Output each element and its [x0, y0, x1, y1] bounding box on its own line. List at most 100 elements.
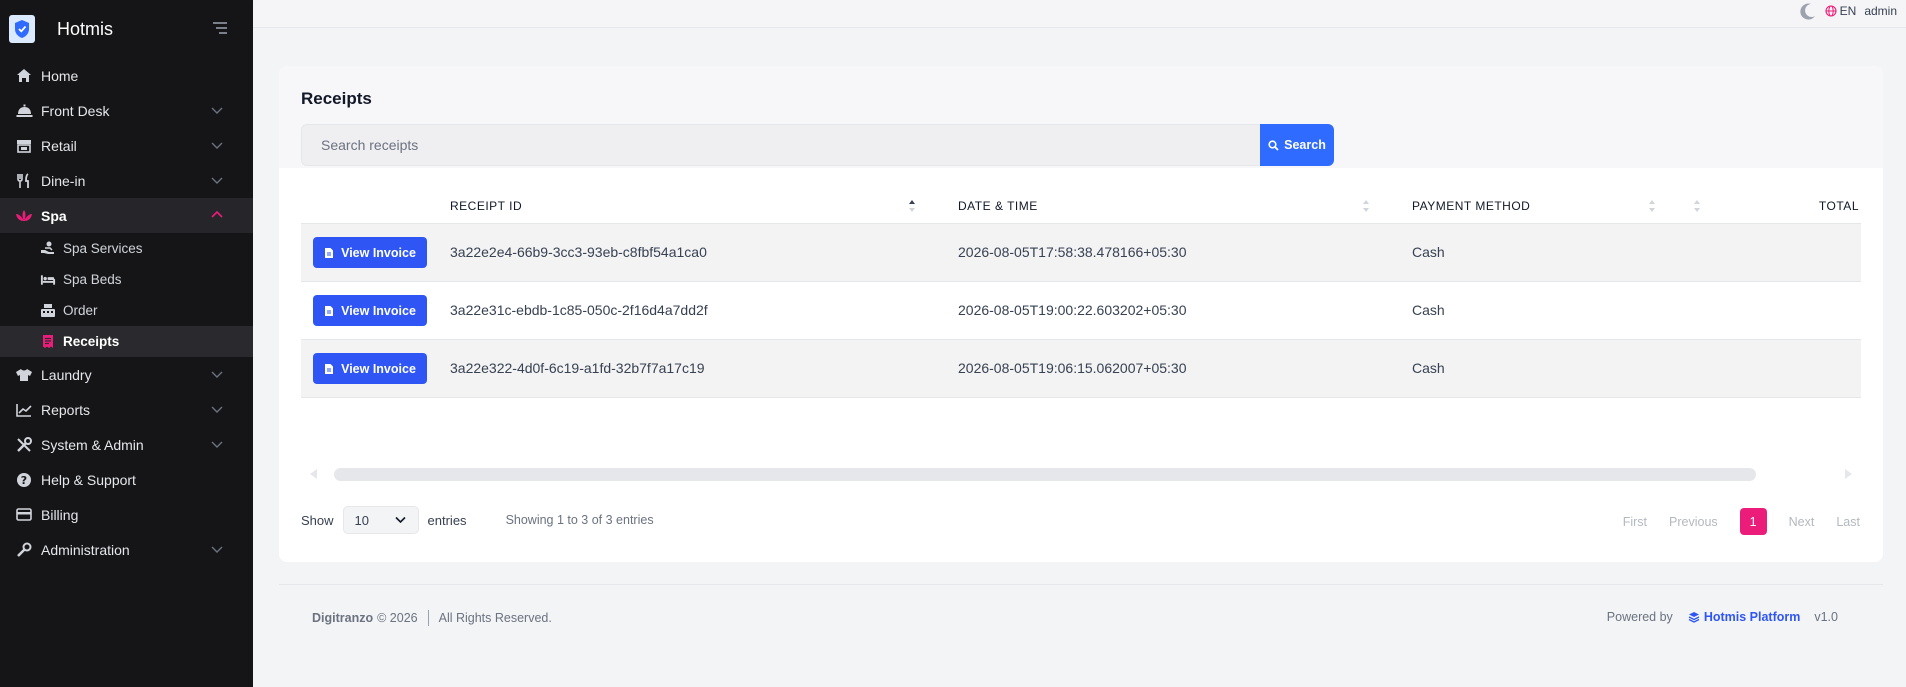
search-bar: Search: [301, 124, 1334, 166]
file-icon: [325, 363, 334, 374]
sidebar-item-dine-in[interactable]: Dine-in: [0, 163, 253, 198]
brand[interactable]: Hotmis: [0, 0, 253, 58]
view-invoice-button[interactable]: View Invoice: [313, 237, 427, 268]
topbar-right: EN admin: [1799, 0, 1897, 22]
sidebar-item-reports[interactable]: Reports: [0, 392, 253, 427]
search-button[interactable]: Search: [1260, 124, 1334, 166]
sidebar-item-help-support[interactable]: ? Help & Support: [0, 462, 253, 497]
sidebar-item-front-desk[interactable]: Front Desk: [0, 93, 253, 128]
sort-icon[interactable]: [1648, 199, 1656, 213]
entries-select-value: 10: [354, 512, 369, 528]
sidebar-item-system-admin[interactable]: System & Admin: [0, 427, 253, 462]
sort-icon[interactable]: [1362, 199, 1370, 213]
cell-date-time: 2026-08-05T17:58:38.478166+05:30: [958, 244, 1187, 260]
menu-toggle-icon[interactable]: [212, 21, 228, 35]
pager-page-current[interactable]: 1: [1739, 508, 1767, 535]
table-length: Show 10 entries Showing 1 to 3 of 3 entr…: [301, 506, 654, 534]
footer-left: Digitranzo © 2026 All Rights Reserved.: [312, 610, 552, 626]
sidebar-item-home[interactable]: Home: [0, 58, 253, 93]
footer-platform: Hotmis Platform: [1703, 610, 1801, 624]
view-invoice-button[interactable]: View Invoice: [313, 295, 427, 326]
pager-last[interactable]: Last: [1836, 515, 1860, 529]
scrollbar-thumb[interactable]: [334, 468, 1756, 481]
language-switcher[interactable]: EN: [1825, 4, 1856, 18]
cell-date-time: 2026-08-05T19:06:15.062007+05:30: [958, 360, 1187, 376]
topbar: EN admin: [253, 0, 1906, 28]
sort-icon[interactable]: [1693, 199, 1701, 213]
chevron-down-icon: [211, 441, 223, 448]
chevron-up-icon: [211, 210, 223, 218]
table-info: Showing 1 to 3 of 3 entries: [505, 513, 654, 527]
bell-icon: [15, 102, 33, 120]
sidebar-subitem-spa-services[interactable]: Spa Services: [0, 233, 253, 264]
entries-select[interactable]: 10: [342, 506, 419, 534]
horizontal-scrollbar[interactable]: [301, 466, 1861, 482]
search-input[interactable]: [301, 124, 1260, 166]
sidebar-item-billing[interactable]: Billing: [0, 497, 253, 532]
pagination: First Previous 1 Next Last: [1601, 508, 1860, 535]
footer-company[interactable]: Digitranzo: [312, 611, 373, 625]
receipts-table: RECEIPT ID DATE & TIME PAYMENT METHOD TO…: [301, 191, 1861, 398]
help-icon: ?: [15, 471, 33, 489]
sidebar-item-retail[interactable]: Retail: [0, 128, 253, 163]
sidebar-nav-bottom: Laundry Reports System & Admin ? Help & …: [0, 357, 253, 567]
receipt-icon: [40, 334, 56, 350]
shirt-icon: [15, 366, 33, 384]
page-footer: Digitranzo © 2026 All Rights Reserved. P…: [279, 584, 1883, 644]
chevron-down-icon: [211, 107, 223, 114]
register-icon: [40, 303, 56, 319]
bed-icon: [40, 272, 56, 288]
scroll-right-icon[interactable]: [1844, 468, 1854, 480]
pager-next[interactable]: Next: [1789, 515, 1815, 529]
wrench-icon: [15, 541, 33, 559]
view-invoice-button[interactable]: View Invoice: [313, 353, 427, 384]
utensils-icon: [15, 172, 33, 190]
chart-icon: [15, 401, 33, 419]
sidebar-subitem-spa-beds[interactable]: Spa Beds: [0, 264, 253, 295]
footer-right: Powered by Hotmis Platform v1.0: [1607, 610, 1838, 624]
chevron-down-icon: [394, 516, 406, 524]
scroll-left-icon[interactable]: [308, 468, 318, 480]
search-button-label: Search: [1284, 138, 1326, 152]
entries-label: entries: [427, 512, 467, 528]
footer-divider: [427, 610, 429, 626]
moon-icon[interactable]: [1799, 2, 1817, 20]
home-icon: [15, 67, 33, 85]
tools-icon: [15, 436, 33, 454]
cell-payment-method: Cash: [1412, 360, 1445, 376]
sidebar: Hotmis Home Front Desk Retail Dine-in Sp…: [0, 0, 253, 687]
user-menu[interactable]: admin: [1864, 4, 1897, 18]
chevron-down-icon: [211, 142, 223, 149]
pager-previous[interactable]: Previous: [1669, 515, 1718, 529]
col-payment-method[interactable]: PAYMENT METHOD: [1412, 199, 1530, 213]
sidebar-nav: Home Front Desk Retail Dine-in Spa: [0, 58, 253, 233]
col-receipt-id[interactable]: RECEIPT ID: [450, 199, 522, 213]
chevron-down-icon: [211, 371, 223, 378]
cell-date-time: 2026-08-05T19:00:22.603202+05:30: [958, 302, 1187, 318]
layers-icon: [1688, 612, 1700, 623]
sidebar-item-spa[interactable]: Spa: [0, 198, 253, 233]
cell-receipt-id: 3a22e322-4d0f-6c19-a1fd-32b7f7a17c19: [450, 360, 705, 376]
table-row: View Invoice 3a22e31c-ebdb-1c85-050c-2f1…: [301, 282, 1861, 340]
chevron-down-icon: [211, 406, 223, 413]
page-title: Receipts: [301, 89, 372, 108]
footer-powered-by: Powered by: [1606, 610, 1673, 624]
hand-icon: [40, 241, 56, 257]
card-header: Receipts Search: [279, 66, 1883, 168]
cell-receipt-id: 3a22e2e4-66b9-3cc3-93eb-c8fbf54a1ca0: [450, 244, 707, 260]
col-date-time[interactable]: DATE & TIME: [958, 199, 1038, 213]
receipts-card: Receipts Search RECEIPT ID DATE & TIME P…: [279, 66, 1883, 562]
sort-asc-icon[interactable]: [908, 199, 916, 213]
card-icon: [15, 506, 33, 524]
store-icon: [15, 137, 33, 155]
sidebar-item-administration[interactable]: Administration: [0, 532, 253, 567]
col-total[interactable]: TOTAL: [1819, 199, 1859, 213]
table-row: View Invoice 3a22e2e4-66b9-3cc3-93eb-c8f…: [301, 224, 1861, 282]
sidebar-subitem-receipts[interactable]: Receipts: [0, 326, 253, 357]
lotus-icon: [15, 207, 33, 225]
sidebar-item-laundry[interactable]: Laundry: [0, 357, 253, 392]
sidebar-subitem-order[interactable]: Order: [0, 295, 253, 326]
pager-first[interactable]: First: [1623, 515, 1647, 529]
cell-receipt-id: 3a22e31c-ebdb-1c85-050c-2f16d4a7dd2f: [450, 302, 708, 318]
footer-platform-link[interactable]: Hotmis Platform: [1688, 610, 1801, 624]
